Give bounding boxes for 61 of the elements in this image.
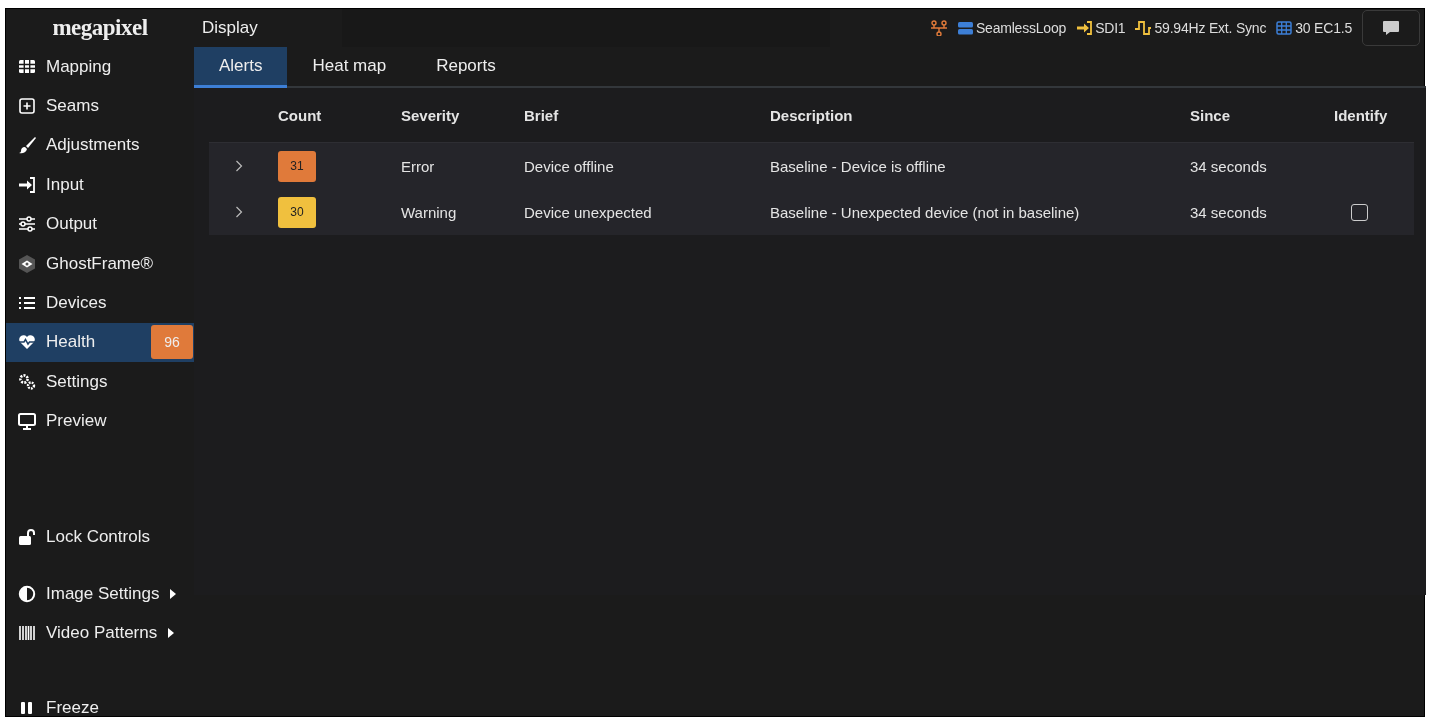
contrast-icon — [18, 585, 36, 603]
count-badge: 96 — [151, 325, 193, 360]
status-text: 59.94Hz Ext. Sync — [1154, 20, 1267, 36]
sidebar-item[interactable]: Devices — [6, 283, 194, 323]
identify-checkbox[interactable] — [1351, 203, 1368, 221]
status-text: SeamlessLoop — [975, 20, 1067, 36]
sidebar-item[interactable]: Mapping — [6, 47, 194, 87]
sidebar-item[interactable]: Adjustments — [6, 125, 194, 166]
pulse-wave-icon — [1135, 20, 1152, 36]
grid-icon — [1276, 20, 1293, 36]
count-badge: 31 — [278, 150, 316, 182]
sidebar-item[interactable]: Health 96 — [6, 322, 194, 363]
sidebar-item[interactable]: Output — [6, 204, 194, 244]
sidebar-item[interactable]: Preview — [6, 401, 194, 441]
sidebar-item[interactable]: Freeze — [6, 688, 194, 716]
server-icon — [956, 20, 973, 36]
plus-square-icon — [18, 97, 36, 116]
count-badge: 30 — [278, 196, 316, 228]
sign-in-arrow-icon — [1076, 20, 1093, 36]
sidebar-item[interactable]: Lock Controls — [6, 516, 194, 557]
hexagon-icon — [18, 254, 36, 273]
barcode-bars-icon — [18, 624, 36, 643]
table-cell-text: 34 seconds — [1190, 203, 1268, 221]
table-cell-text: Error — [401, 157, 436, 175]
sidebar-item[interactable]: Seams — [6, 86, 194, 126]
sliders-icon — [18, 215, 36, 234]
tab[interactable]: Alerts — [194, 47, 288, 88]
sidebar-item[interactable]: Video Patterns — [6, 613, 194, 654]
chevron-right-icon — [235, 160, 243, 172]
column-header: Brief — [524, 106, 560, 124]
table-cell-text: Device unexpected — [524, 203, 653, 221]
table-cell-text: Warning — [401, 203, 458, 221]
tab[interactable]: Heat map — [287, 47, 412, 88]
brush-icon — [18, 136, 36, 155]
sidebar-item[interactable]: Image Settings — [6, 574, 194, 614]
grid-icon — [18, 57, 36, 76]
unlocked-padlock-icon — [18, 527, 36, 546]
sign-in-arrow-icon — [18, 175, 36, 194]
tab[interactable]: Reports — [411, 47, 521, 88]
table-cell-text: Device offline — [524, 157, 615, 175]
table-cell-text: 34 seconds — [1190, 157, 1268, 175]
column-header: Since — [1190, 106, 1232, 124]
network-nodes-icon — [930, 20, 947, 36]
chat-button[interactable] — [1362, 10, 1420, 46]
monitor-icon — [18, 412, 36, 431]
table-cell-text: Baseline - Device is offline — [770, 157, 947, 175]
status-text: 30 EC1.5 — [1295, 20, 1352, 36]
speech-bubble-icon — [1382, 20, 1400, 36]
heart-pulse-icon — [18, 333, 36, 352]
status-text: SDI1 — [1095, 20, 1126, 36]
sidebar-item[interactable]: Input — [6, 165, 194, 205]
column-header: Description — [770, 106, 854, 124]
chevron-right-icon — [235, 206, 243, 218]
table-cell-text: Baseline - Unexpected device (not in baseline) — [770, 203, 1081, 221]
window-title: Display — [202, 18, 259, 38]
column-header: Severity — [401, 106, 461, 124]
logo: megapixel — [52, 15, 148, 41]
column-header: Count — [278, 106, 323, 124]
sidebar-item[interactable]: GhostFrame® — [6, 243, 194, 284]
column-header: Identify — [1334, 106, 1389, 124]
sidebar-item[interactable]: Settings — [6, 362, 194, 402]
